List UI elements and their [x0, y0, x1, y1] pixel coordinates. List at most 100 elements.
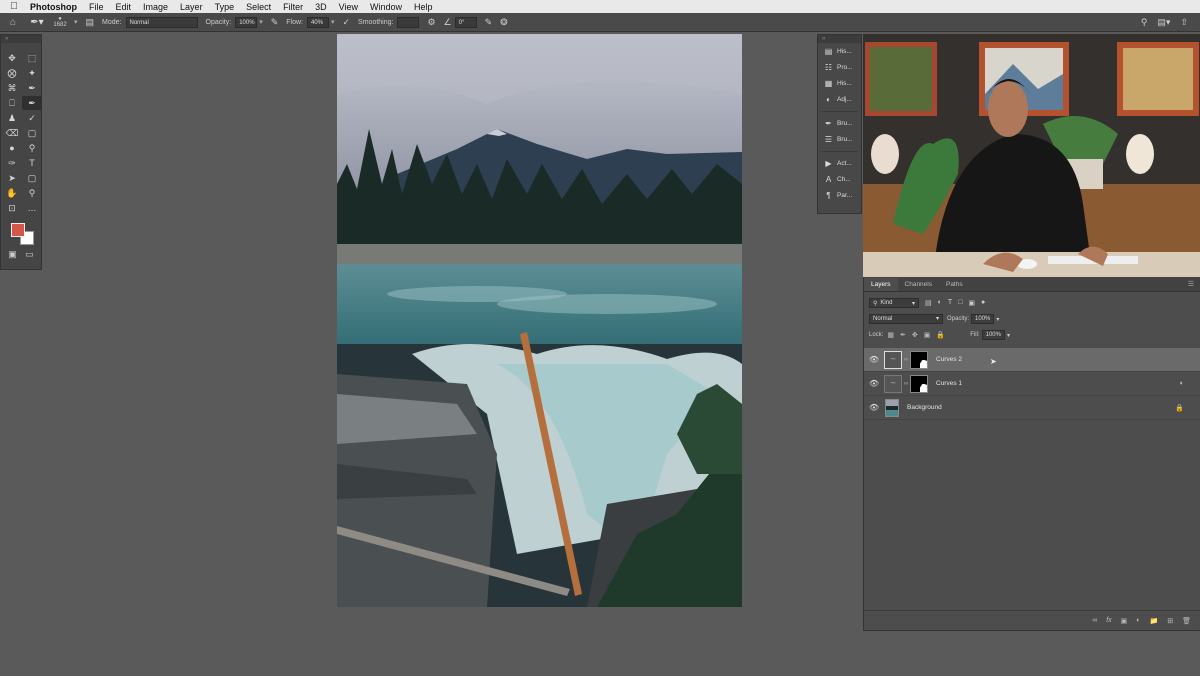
gradient-tool-icon[interactable]: ▢: [22, 126, 42, 140]
dock-paragraph[interactable]: ¶ Par...: [818, 187, 861, 203]
filter-kind-select[interactable]: ⚲ Kind ▾: [869, 298, 919, 308]
document-canvas[interactable]: [337, 34, 742, 607]
share-icon[interactable]: ⇧: [1180, 17, 1188, 28]
lasso-tool-icon[interactable]: ⨂: [2, 66, 22, 80]
blend-mode-select[interactable]: Normal ▾: [869, 314, 943, 324]
lock-pixels-icon[interactable]: ✒: [900, 331, 906, 339]
visibility-eye-icon[interactable]: 👁: [864, 355, 884, 364]
crop-tool-icon[interactable]: ⌘: [2, 81, 22, 95]
layer-row-curves-2[interactable]: 👁 ∼ ∞ Curves 2 ➤: [864, 348, 1200, 372]
eraser-icon[interactable]: ⌫: [2, 126, 22, 140]
angle-input[interactable]: 0°: [454, 16, 477, 28]
adjustment-layer-icon[interactable]: ◐: [1136, 617, 1140, 624]
layer-row-background[interactable]: 👁 Background 🔒: [864, 396, 1200, 420]
dock-character[interactable]: A Ch...: [818, 171, 861, 187]
foreground-color-swatch[interactable]: [11, 223, 25, 237]
brush-tool-preset-icon[interactable]: ✒▾: [26, 17, 48, 28]
pressure-opacity-icon[interactable]: ✎: [271, 17, 279, 28]
new-layer-icon[interactable]: ⊞: [1167, 617, 1173, 625]
flow-input[interactable]: 40%: [306, 16, 329, 28]
tab-layers[interactable]: Layers: [864, 278, 898, 291]
lock-artboard-icon[interactable]: ▣: [924, 331, 931, 339]
pen-tool-icon[interactable]: ✑: [2, 156, 22, 170]
dock-brushes[interactable]: ✒ Bru...: [818, 115, 861, 131]
menu-3d[interactable]: 3D: [309, 2, 333, 12]
menu-select[interactable]: Select: [240, 2, 277, 12]
lock-position-icon[interactable]: ✥: [912, 331, 918, 339]
menu-file[interactable]: File: [83, 2, 110, 12]
group-icon[interactable]: 📁: [1150, 617, 1159, 625]
visibility-eye-icon[interactable]: 👁: [864, 379, 884, 388]
menu-window[interactable]: Window: [364, 2, 408, 12]
dock-histogram[interactable]: ▤ His...: [818, 43, 861, 59]
fx-icon[interactable]: fx: [1106, 617, 1111, 624]
chevron-down-icon[interactable]: ▾: [996, 316, 999, 323]
menu-view[interactable]: View: [333, 2, 364, 12]
airbrush-icon[interactable]: ✓: [343, 17, 351, 28]
visibility-eye-icon[interactable]: 👁: [864, 403, 884, 412]
layer-mask-thumbnail[interactable]: [910, 350, 928, 369]
layer-name[interactable]: Curves 1: [936, 380, 962, 387]
layer-mask-thumbnail[interactable]: [910, 374, 928, 393]
home-icon[interactable]: ⌂: [0, 17, 26, 28]
workspace-icon[interactable]: ▤▾: [1157, 17, 1170, 28]
mask-icon[interactable]: ▣: [1121, 617, 1128, 625]
lock-transparent-icon[interactable]: ▦: [887, 331, 894, 339]
dock-actions[interactable]: ▶ Act...: [818, 155, 861, 171]
dock-properties[interactable]: ☷ Pro...: [818, 59, 861, 75]
more-tools-icon[interactable]: …: [22, 201, 42, 215]
healing-brush-icon[interactable]: ⎕: [2, 96, 22, 110]
chevron-down-icon[interactable]: ▾: [1007, 332, 1010, 339]
filter-adjustment-icon[interactable]: ◐: [938, 299, 942, 307]
fill-input[interactable]: 100%: [981, 330, 1005, 340]
hand-tool-icon[interactable]: ✋: [2, 186, 22, 200]
filter-shape-icon[interactable]: □: [958, 299, 962, 307]
menu-image[interactable]: Image: [137, 2, 174, 12]
flow-chevron-icon[interactable]: ▾: [331, 18, 335, 26]
gear-icon[interactable]: ⚙: [427, 17, 435, 28]
dock-grip[interactable]: »: [818, 35, 861, 43]
layer-name[interactable]: Curves 2: [936, 356, 962, 363]
chevron-down-icon[interactable]: ▾: [74, 18, 78, 26]
quick-mask-icon[interactable]: ▣: [8, 249, 17, 260]
move-tool-icon[interactable]: ✥: [2, 51, 22, 65]
dodge-tool-icon[interactable]: ⚲: [22, 141, 42, 155]
opacity-input[interactable]: 100%: [235, 16, 258, 28]
filter-toggle-icon[interactable]: ●: [981, 299, 985, 307]
menu-edit[interactable]: Edit: [110, 2, 138, 12]
filter-smart-object-icon[interactable]: ▣: [968, 299, 975, 307]
history-brush-icon[interactable]: ✓: [22, 111, 42, 125]
layer-opacity-input[interactable]: 100%: [971, 314, 995, 324]
tab-paths[interactable]: Paths: [939, 281, 970, 291]
brush-panel-icon[interactable]: ▤: [86, 17, 95, 28]
chain-link-icon[interactable]: ∞: [902, 381, 910, 387]
filter-type-icon[interactable]: T: [948, 299, 952, 307]
marquee-tool-icon[interactable]: ⬚: [22, 51, 42, 65]
menu-app[interactable]: Photoshop: [28, 2, 83, 12]
dock-brush-settings[interactable]: ☰ Bru...: [818, 131, 861, 147]
trash-icon[interactable]: 🗑: [1182, 617, 1191, 625]
type-tool-icon[interactable]: T: [22, 156, 42, 170]
dock-adjustments[interactable]: ◐ Adj...: [818, 91, 861, 107]
opacity-chevron-icon[interactable]: ▾: [259, 18, 263, 26]
apple-icon[interactable]: : [0, 1, 28, 12]
artboard-icon[interactable]: ⊡: [2, 201, 22, 215]
menu-help[interactable]: Help: [408, 2, 439, 12]
layer-row-curves-1[interactable]: 👁 ∼ ∞ Curves 1 ◐: [864, 372, 1200, 396]
dock-history[interactable]: ▦ His...: [818, 75, 861, 91]
pressure-size-icon[interactable]: ✎: [485, 17, 493, 28]
smoothing-input[interactable]: [397, 16, 420, 28]
magic-wand-icon[interactable]: ✦: [22, 66, 42, 80]
menu-type[interactable]: Type: [209, 2, 241, 12]
clone-stamp-icon[interactable]: ♟: [2, 111, 22, 125]
shape-tool-icon[interactable]: ▢: [22, 171, 42, 185]
tab-channels[interactable]: Channels: [898, 281, 939, 291]
link-icon[interactable]: ∞: [1092, 617, 1097, 624]
chain-link-icon[interactable]: ∞: [902, 357, 910, 363]
menu-layer[interactable]: Layer: [174, 2, 209, 12]
toolbox-grip[interactable]: »: [1, 35, 41, 43]
symmetry-icon[interactable]: ❂: [500, 17, 508, 28]
menu-filter[interactable]: Filter: [277, 2, 309, 12]
blur-tool-icon[interactable]: ●: [2, 141, 22, 155]
layer-name[interactable]: Background: [907, 404, 942, 411]
